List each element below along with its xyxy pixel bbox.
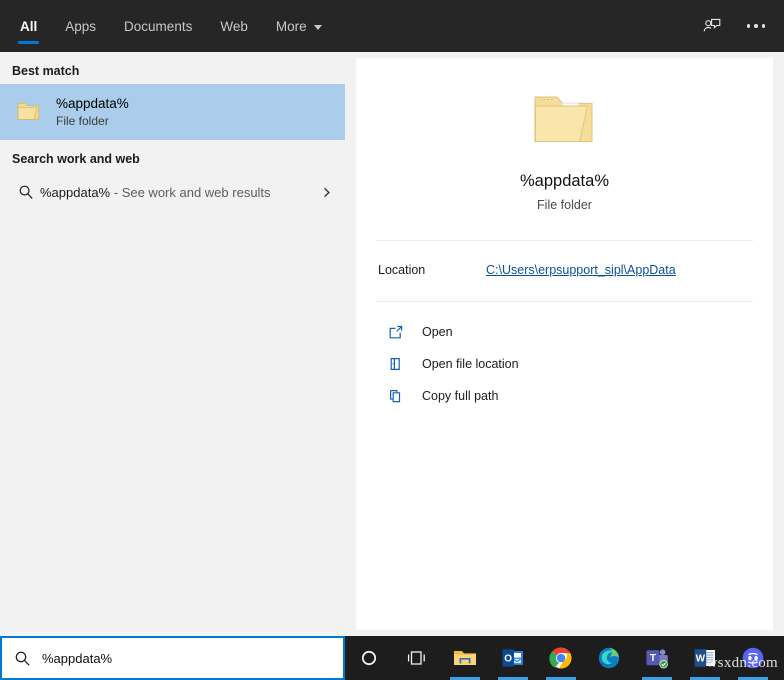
tab-active-underline (18, 41, 39, 44)
tab-more-label: More (276, 19, 307, 34)
cortana-button[interactable] (345, 636, 393, 680)
tab-web-label: Web (220, 19, 248, 34)
search-icon (12, 184, 40, 200)
action-open-file-location[interactable]: Open file location (356, 348, 773, 380)
edge-button[interactable] (585, 636, 633, 680)
open-folder-icon (356, 82, 773, 158)
teams-button[interactable]: T (633, 636, 681, 680)
search-body: Best match %appdata% File folder (0, 52, 784, 636)
web-result-item[interactable]: %appdata% - See work and web results (0, 172, 345, 212)
tab-web[interactable]: Web (206, 0, 262, 52)
action-copy-full-path-label: Copy full path (422, 389, 498, 403)
location-label: Location (378, 263, 486, 277)
tab-all[interactable]: All (6, 0, 51, 52)
action-open[interactable]: Open (356, 316, 773, 348)
folder-icon (12, 100, 46, 124)
copy-icon (384, 388, 408, 404)
tab-documents[interactable]: Documents (110, 0, 206, 52)
result-item-subtitle: File folder (56, 113, 129, 129)
tab-more[interactable]: More (262, 0, 336, 52)
preview-subtitle: File folder (356, 198, 773, 212)
tab-apps-label: Apps (65, 19, 96, 34)
taskbar: %appdata% (0, 636, 784, 680)
file-explorer-button[interactable] (441, 636, 489, 680)
search-input-value: %appdata% (42, 651, 112, 666)
search-tabs: All Apps Documents Web More (0, 0, 336, 52)
tab-all-label: All (20, 19, 37, 34)
web-result-suffix: - See work and web results (114, 185, 271, 200)
location-link[interactable]: C:\Users\erpsupport_sipl\AppData (486, 263, 676, 277)
preview-title: %appdata% (356, 172, 773, 191)
svg-text:W: W (696, 654, 706, 665)
taskbar-items: O (345, 636, 784, 680)
chevron-right-icon[interactable] (320, 186, 333, 199)
open-external-icon (384, 324, 408, 340)
search-flyout: All Apps Documents Web More (0, 0, 784, 680)
chrome-button[interactable] (537, 636, 585, 680)
person-feedback-icon[interactable] (698, 12, 726, 40)
action-copy-full-path[interactable]: Copy full path (356, 380, 773, 412)
chevron-down-icon (314, 25, 322, 30)
svg-text:T: T (650, 653, 656, 664)
tab-apps[interactable]: Apps (51, 0, 110, 52)
results-column: Best match %appdata% File folder (0, 52, 345, 636)
preview-actions: Open Open file location (356, 302, 773, 412)
preview-panel: %appdata% File folder Location C:\Users\… (356, 58, 773, 630)
search-icon (2, 650, 42, 667)
svg-text:O: O (504, 654, 512, 665)
location-row: Location C:\Users\erpsupport_sipl\AppDat… (356, 241, 773, 277)
preview-summary: %appdata% File folder (356, 58, 773, 212)
web-result-query: %appdata% (40, 185, 110, 200)
result-item-appdata[interactable]: %appdata% File folder (0, 84, 345, 140)
tab-documents-label: Documents (124, 19, 192, 34)
taskbar-search-box[interactable]: %appdata% (0, 636, 345, 680)
task-view-button[interactable] (393, 636, 441, 680)
folder-open-location-icon (384, 356, 408, 372)
discord-button[interactable] (729, 636, 777, 680)
result-item-text: %appdata% File folder (56, 95, 129, 129)
ellipsis-dots (747, 24, 766, 28)
search-work-web-label: Search work and web (0, 140, 345, 172)
web-result-text: %appdata% - See work and web results (40, 185, 271, 200)
word-button[interactable]: W (681, 636, 729, 680)
search-header: All Apps Documents Web More (0, 0, 784, 52)
outlook-button[interactable]: O (489, 636, 537, 680)
header-actions (698, 0, 784, 52)
best-match-label: Best match (0, 52, 345, 84)
more-options-icon[interactable] (742, 12, 770, 40)
action-open-label: Open (422, 325, 453, 339)
result-item-title: %appdata% (56, 95, 129, 112)
action-open-file-location-label: Open file location (422, 357, 519, 371)
